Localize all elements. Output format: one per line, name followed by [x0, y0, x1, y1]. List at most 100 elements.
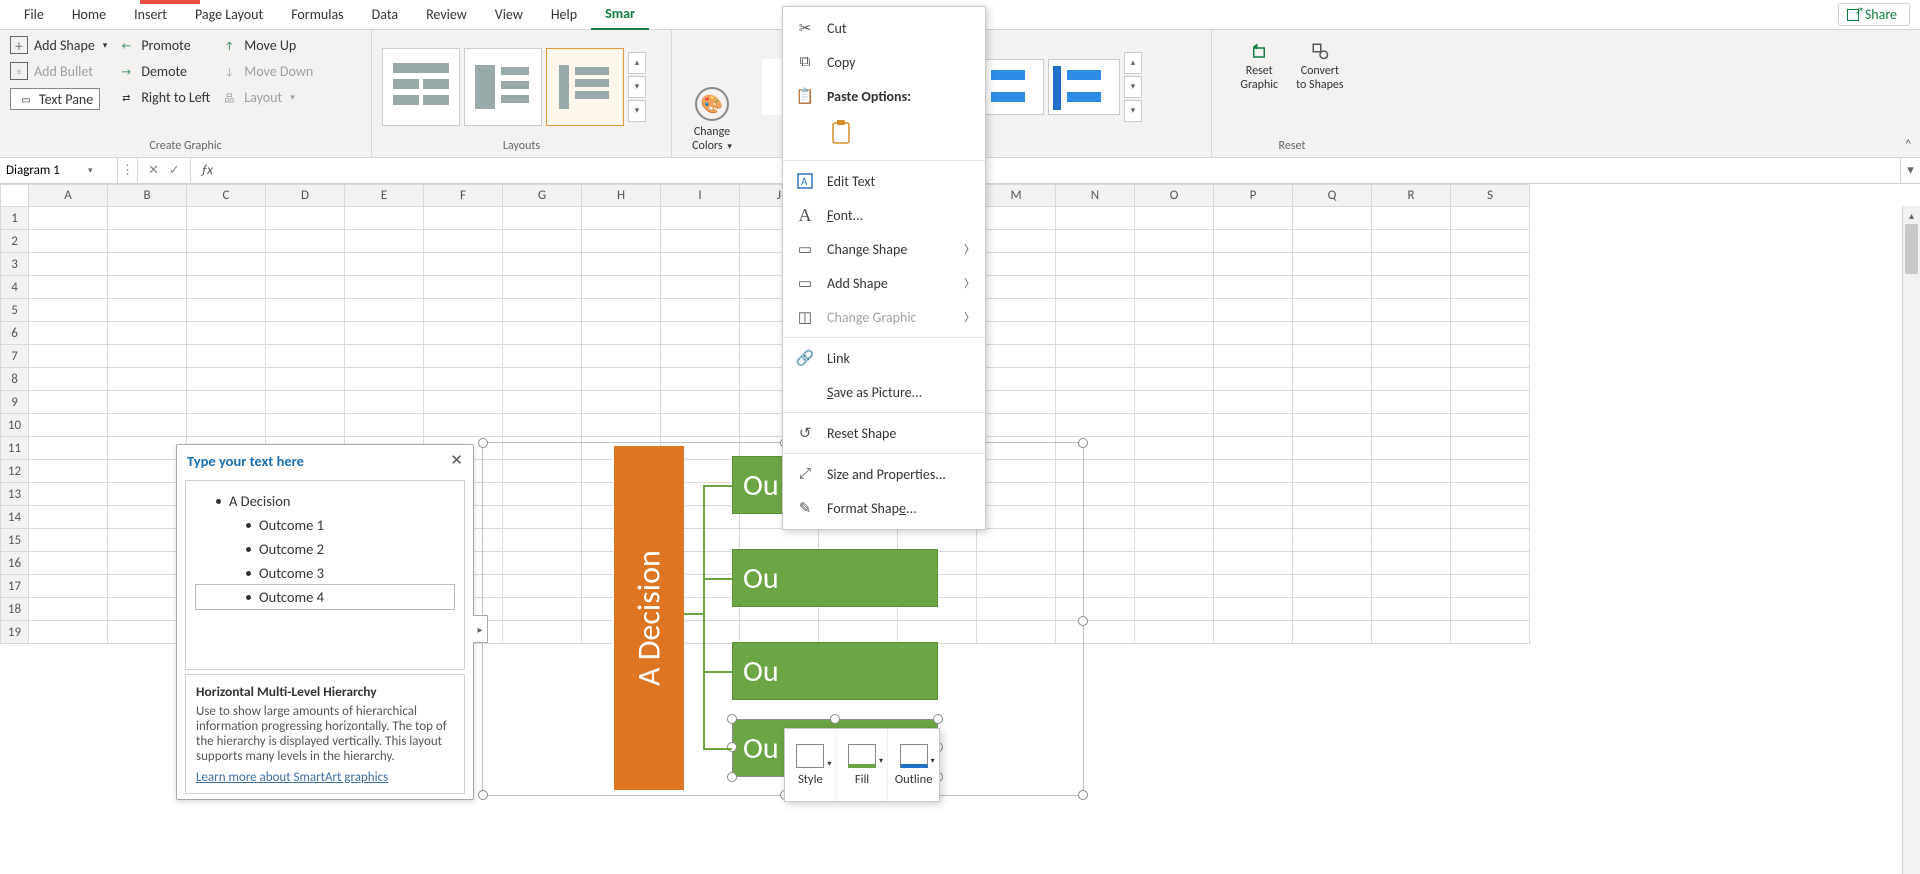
row-header[interactable]: 8: [1, 368, 29, 391]
cell[interactable]: [1293, 276, 1372, 299]
row-header[interactable]: 12: [1, 460, 29, 483]
cell[interactable]: [1214, 299, 1293, 322]
cell[interactable]: [1293, 345, 1372, 368]
cell[interactable]: [1214, 437, 1293, 460]
cell[interactable]: [503, 414, 582, 437]
cell[interactable]: [977, 207, 1056, 230]
cell[interactable]: [345, 322, 424, 345]
cell[interactable]: [1135, 598, 1214, 621]
cell[interactable]: [1214, 529, 1293, 552]
cell[interactable]: [1293, 322, 1372, 345]
tab-help[interactable]: Help: [537, 0, 591, 29]
resize-handle[interactable]: [478, 438, 488, 448]
formula-input[interactable]: [223, 158, 1900, 183]
cell[interactable]: [582, 207, 661, 230]
cell[interactable]: [661, 276, 740, 299]
name-box-input[interactable]: [6, 163, 86, 178]
cell[interactable]: [424, 276, 503, 299]
cancel-formula[interactable]: ✕: [148, 163, 159, 178]
cell[interactable]: [1214, 322, 1293, 345]
row-header[interactable]: 1: [1, 207, 29, 230]
row-header[interactable]: 4: [1, 276, 29, 299]
cell[interactable]: [187, 391, 266, 414]
cell[interactable]: [187, 322, 266, 345]
cell[interactable]: [1293, 437, 1372, 460]
name-box[interactable]: ▾: [0, 158, 118, 183]
shape-handle[interactable]: [727, 742, 737, 752]
row-header[interactable]: 9: [1, 391, 29, 414]
cell[interactable]: [1451, 621, 1530, 644]
formula-expand[interactable]: ▾: [1900, 158, 1920, 183]
ctx-size-properties[interactable]: ⤢Size and Properties...: [783, 457, 985, 491]
resize-handle[interactable]: [1078, 438, 1088, 448]
cell[interactable]: [1214, 621, 1293, 644]
col-header[interactable]: C: [187, 185, 266, 207]
row-header[interactable]: 10: [1, 414, 29, 437]
tab-review[interactable]: Review: [412, 0, 481, 29]
cell[interactable]: [1214, 483, 1293, 506]
cell[interactable]: [1214, 460, 1293, 483]
col-header[interactable]: I: [661, 185, 740, 207]
cell[interactable]: [1451, 552, 1530, 575]
col-header[interactable]: M: [977, 185, 1056, 207]
cell[interactable]: [1056, 230, 1135, 253]
styles-more[interactable]: ▾: [1124, 100, 1142, 122]
cell[interactable]: [582, 276, 661, 299]
cell[interactable]: [1372, 322, 1451, 345]
layout-thumb-1[interactable]: [382, 48, 460, 126]
cell[interactable]: [1293, 414, 1372, 437]
cell[interactable]: [266, 230, 345, 253]
cell[interactable]: [1135, 230, 1214, 253]
cell[interactable]: [977, 230, 1056, 253]
cell[interactable]: [29, 575, 108, 598]
cell[interactable]: [29, 322, 108, 345]
text-pane-item[interactable]: Outcome 2: [196, 537, 454, 561]
cell[interactable]: [1293, 460, 1372, 483]
tab-file[interactable]: File: [10, 0, 58, 29]
row-header[interactable]: 3: [1, 253, 29, 276]
cell[interactable]: [1214, 575, 1293, 598]
text-pane-learn-more-link[interactable]: Learn more about SmartArt graphics: [196, 770, 388, 785]
cell[interactable]: [108, 230, 187, 253]
cell[interactable]: [1214, 253, 1293, 276]
tab-insert[interactable]: Insert: [120, 0, 181, 29]
cell[interactable]: [1293, 598, 1372, 621]
cell[interactable]: [1372, 414, 1451, 437]
cell[interactable]: [29, 552, 108, 575]
cell[interactable]: [345, 253, 424, 276]
cell[interactable]: [503, 345, 582, 368]
cell[interactable]: [1214, 552, 1293, 575]
cell[interactable]: [503, 391, 582, 414]
cell[interactable]: [503, 368, 582, 391]
cell[interactable]: [1293, 230, 1372, 253]
text-pane-list[interactable]: A DecisionOutcome 1Outcome 2Outcome 3Out…: [185, 480, 465, 670]
ctx-edit-text[interactable]: AEdit Text: [783, 164, 985, 198]
resize-handle[interactable]: [478, 790, 488, 800]
cell[interactable]: [1056, 207, 1135, 230]
cell[interactable]: [1135, 276, 1214, 299]
cell[interactable]: [1214, 276, 1293, 299]
cell[interactable]: [1372, 598, 1451, 621]
cell[interactable]: [1293, 575, 1372, 598]
row-header[interactable]: 15: [1, 529, 29, 552]
cell[interactable]: [977, 391, 1056, 414]
cell[interactable]: [29, 414, 108, 437]
text-pane-item[interactable]: Outcome 1: [196, 513, 454, 537]
cell[interactable]: [582, 414, 661, 437]
cell[interactable]: [977, 253, 1056, 276]
styles-scroll-up[interactable]: ▴: [1124, 52, 1142, 74]
row-header[interactable]: 18: [1, 598, 29, 621]
cell[interactable]: [1135, 253, 1214, 276]
cell[interactable]: [1451, 345, 1530, 368]
ctx-change-shape[interactable]: ▭Change Shape〉: [783, 232, 985, 266]
cell[interactable]: [503, 207, 582, 230]
col-header[interactable]: O: [1135, 185, 1214, 207]
cell[interactable]: [1372, 621, 1451, 644]
style-thumb-b[interactable]: [1048, 59, 1120, 115]
cell[interactable]: [187, 368, 266, 391]
cell[interactable]: [1372, 207, 1451, 230]
cell[interactable]: [187, 414, 266, 437]
tab-view[interactable]: View: [481, 0, 537, 29]
cell[interactable]: [1372, 575, 1451, 598]
ctx-add-shape[interactable]: ▭Add Shape〉: [783, 266, 985, 300]
